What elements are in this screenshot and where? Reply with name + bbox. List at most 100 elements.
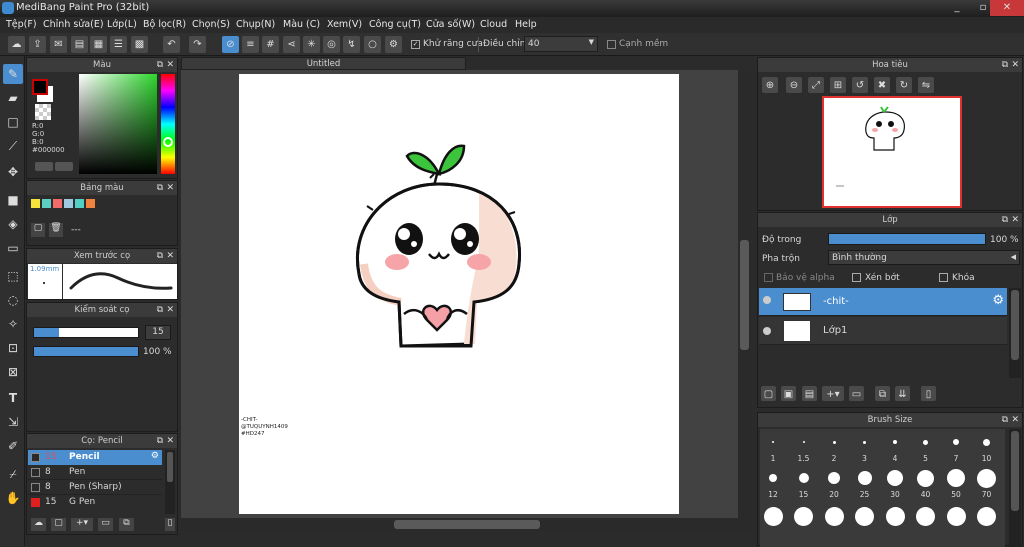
close-icon[interactable]: ✕ bbox=[166, 434, 174, 448]
duplicate-layer-icon[interactable]: ⧉ bbox=[875, 386, 890, 401]
palette-swatch[interactable] bbox=[31, 199, 40, 208]
select-pen-tool-icon[interactable]: ⊡ bbox=[3, 338, 23, 358]
undock-icon[interactable]: ⧉ bbox=[1002, 413, 1008, 427]
color-mode-button-2[interactable] bbox=[55, 162, 73, 171]
menu-snap[interactable]: Chụp(N) bbox=[236, 19, 275, 30]
grid-snap-icon[interactable]: # bbox=[262, 36, 279, 53]
brush-size-cell[interactable]: 4 bbox=[881, 430, 909, 464]
brush-size-cell[interactable]: 20 bbox=[820, 466, 848, 500]
add-brush-icon[interactable]: +▾ bbox=[71, 518, 93, 531]
layer-folder-icon[interactable]: ▭ bbox=[849, 386, 864, 401]
new-8bit-layer-icon[interactable]: ▤ bbox=[802, 386, 817, 401]
rotate-right-icon[interactable]: ↻ bbox=[896, 77, 912, 93]
gear-icon[interactable]: ⚙ bbox=[151, 451, 159, 461]
operation-tool-icon[interactable]: ⇲ bbox=[3, 412, 23, 432]
close-icon[interactable]: ✕ bbox=[1011, 213, 1019, 227]
eye-icon[interactable] bbox=[763, 296, 771, 304]
document-icon[interactable]: ▤ bbox=[71, 36, 88, 53]
grid-icon[interactable]: ▩ bbox=[131, 36, 148, 53]
menu-help[interactable]: Help bbox=[515, 19, 537, 30]
undock-icon[interactable]: ⧉ bbox=[157, 58, 163, 72]
brush-item-pencil[interactable]: 15 Pencil ⚙ bbox=[28, 450, 162, 465]
eyedropper-tool-icon[interactable]: ⌿ bbox=[3, 464, 23, 484]
new-layer-icon[interactable]: ▢ bbox=[761, 386, 776, 401]
brush-size-cell[interactable]: 2 bbox=[820, 430, 848, 464]
scroll-thumb[interactable] bbox=[394, 520, 540, 529]
hue-handle[interactable] bbox=[163, 137, 173, 147]
layer-row-layer1[interactable]: Lớp1 bbox=[759, 317, 1007, 345]
flip-icon[interactable]: ⇋ bbox=[918, 77, 934, 93]
close-icon[interactable]: ✕ bbox=[166, 181, 174, 195]
menu-cloud[interactable]: Cloud bbox=[480, 19, 507, 30]
menu-view[interactable]: Xem(V) bbox=[327, 19, 362, 30]
brush-size-scrollbar[interactable] bbox=[1009, 429, 1021, 547]
blend-mode-select[interactable]: Bình thường ◀ bbox=[828, 250, 1020, 265]
drawing-canvas[interactable]: -CHIT- @TUQUYNH1409 #HD247 bbox=[239, 74, 679, 514]
brush-size-cell[interactable] bbox=[973, 504, 1001, 534]
circle-snap-icon[interactable]: ◎ bbox=[323, 36, 340, 53]
select-tool-icon[interactable]: ⬚ bbox=[3, 266, 23, 286]
brush-size-cell[interactable]: 1.5 bbox=[790, 430, 818, 464]
gradient-tool-icon[interactable]: ▭ bbox=[3, 238, 23, 258]
share-icon[interactable]: ⇪ bbox=[29, 36, 46, 53]
actual-size-icon[interactable]: ⊞ bbox=[830, 77, 846, 93]
undock-icon[interactable]: ⧉ bbox=[1002, 213, 1008, 227]
new-brush-icon[interactable]: ▢ bbox=[51, 518, 66, 531]
no-snap-icon[interactable]: ⊘ bbox=[222, 36, 239, 53]
canvas-vertical-scrollbar[interactable] bbox=[738, 70, 751, 522]
menu-edit[interactable]: Chỉnh sửa(E) bbox=[43, 19, 104, 30]
redo-icon[interactable]: ↷ bbox=[189, 36, 206, 53]
close-icon[interactable]: ✕ bbox=[166, 58, 174, 72]
folder-icon[interactable]: ▭ bbox=[98, 518, 113, 531]
new-halftone-layer-icon[interactable]: ▣ bbox=[781, 386, 796, 401]
brush-size-cell[interactable]: 40 bbox=[912, 466, 940, 500]
close-icon[interactable]: ✕ bbox=[1011, 413, 1019, 427]
protect-alpha-checkbox[interactable] bbox=[764, 273, 773, 282]
delete-layer-icon[interactable]: ▯ bbox=[921, 386, 936, 401]
menu-filter[interactable]: Bộ lọc(R) bbox=[143, 19, 186, 30]
scroll-thumb[interactable] bbox=[740, 240, 749, 350]
adjust-input[interactable]: 40 ▼ bbox=[524, 36, 598, 52]
palette-swatch[interactable] bbox=[86, 199, 95, 208]
soft-edge-checkbox[interactable] bbox=[607, 40, 616, 49]
layer-scrollbar[interactable] bbox=[1009, 288, 1021, 378]
palette-swatch[interactable] bbox=[64, 199, 73, 208]
brush-size-cell[interactable] bbox=[820, 504, 848, 534]
menu-color[interactable]: Màu (C) bbox=[283, 19, 320, 30]
close-icon[interactable]: ✕ bbox=[166, 303, 174, 317]
layer-opacity-slider[interactable] bbox=[828, 233, 986, 245]
duplicate-brush-icon[interactable]: ⧉ bbox=[119, 518, 134, 531]
brush-size-slider[interactable] bbox=[33, 327, 139, 338]
saturation-value-square[interactable] bbox=[79, 74, 157, 174]
delete-palette-icon[interactable]: 🗑 bbox=[49, 223, 63, 237]
close-button[interactable]: ✕ bbox=[990, 0, 1024, 16]
text-tool-icon[interactable]: T bbox=[3, 388, 23, 408]
palette-swatch[interactable] bbox=[53, 199, 62, 208]
clipping-checkbox[interactable] bbox=[852, 273, 861, 282]
brush-size-cell[interactable] bbox=[912, 504, 940, 534]
rectangle-tool-icon[interactable]: □ bbox=[3, 112, 23, 132]
brush-size-cell[interactable] bbox=[851, 504, 879, 534]
add-layer-menu-icon[interactable]: +▾ bbox=[822, 386, 844, 401]
undock-icon[interactable]: ⧉ bbox=[157, 434, 163, 448]
hand-tool-icon[interactable]: ✋ bbox=[3, 488, 23, 508]
navigator-thumbnail[interactable] bbox=[822, 96, 962, 208]
brush-size-cell[interactable]: 1 bbox=[759, 430, 787, 464]
eraser-tool-icon[interactable]: ▰ bbox=[3, 88, 23, 108]
cloud-icon[interactable]: ☁ bbox=[8, 36, 25, 53]
brush-size-cell[interactable]: 10 bbox=[973, 430, 1001, 464]
brush-size-cell[interactable]: 5 bbox=[912, 430, 940, 464]
menu-file[interactable]: Tệp(F) bbox=[6, 19, 37, 30]
lasso-tool-icon[interactable]: ◌ bbox=[3, 290, 23, 310]
brush-item-g-pen[interactable]: 15 G Pen bbox=[28, 495, 162, 510]
undock-icon[interactable]: ⧉ bbox=[157, 181, 163, 195]
brush-size-cell[interactable]: 70 bbox=[973, 466, 1001, 500]
brush-item-pen-sharp[interactable]: 8 Pen (Sharp) bbox=[28, 480, 162, 495]
brush-size-cell[interactable]: 30 bbox=[881, 466, 909, 500]
page-icon[interactable]: ▦ bbox=[90, 36, 107, 53]
divide-tool-icon[interactable]: ✐ bbox=[3, 436, 23, 456]
transparent-swatch[interactable] bbox=[35, 104, 51, 120]
layer-row-chit[interactable]: -chit- ⚙ bbox=[759, 288, 1007, 316]
document-tab[interactable]: Untitled bbox=[181, 57, 466, 70]
menu-layer[interactable]: Lớp(L) bbox=[107, 19, 137, 30]
